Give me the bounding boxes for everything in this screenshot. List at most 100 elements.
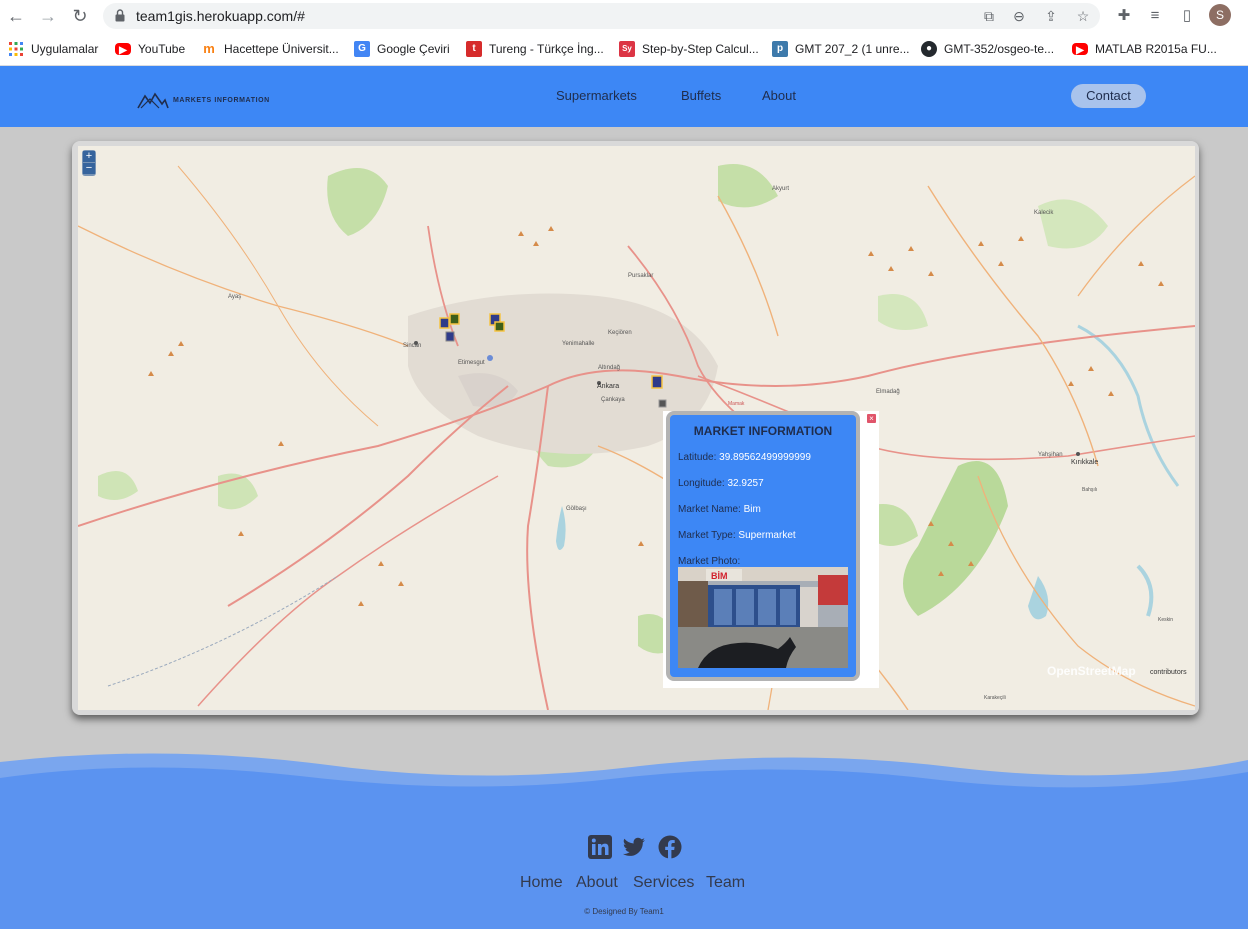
footer-link-services[interactable]: Services — [633, 874, 694, 892]
map-label-ayas: Ayaş — [228, 294, 242, 300]
osm-contributors: contributors — [1150, 669, 1187, 676]
longitude-label: Longitude: — [678, 478, 725, 489]
zoom-in-button[interactable]: + — [83, 151, 95, 162]
site-footer: Home About Services Team © Designed By T… — [0, 752, 1248, 929]
popup-longitude-row: Longitude: 32.9257 — [678, 478, 764, 489]
bookmark-apps[interactable]: Uygulamalar — [8, 40, 98, 58]
map-label-yenimahalle: Yenimahalle — [562, 341, 595, 347]
url-text[interactable]: team1gis.herokuapp.com/# — [136, 8, 305, 24]
bookmark-youtube[interactable]: ▶ YouTube — [115, 40, 185, 58]
bookmark-label: Uygulamalar — [31, 42, 99, 56]
google-translate-icon: G — [354, 41, 370, 57]
market-type-label: Market Type: — [678, 530, 736, 541]
footer-link-team[interactable]: Team — [706, 874, 745, 892]
facebook-icon[interactable] — [658, 835, 682, 859]
lock-icon — [115, 9, 125, 22]
share-icon[interactable]: ⇪ — [1042, 7, 1060, 25]
map-canvas[interactable]: Ankara Çankaya Yenimahalle Keçiören Altı… — [78, 146, 1195, 710]
bookmark-hacettepe[interactable]: m Hacettepe Üniversit... — [201, 40, 339, 58]
bookmark-label: MATLAB R2015a FU... — [1095, 42, 1217, 56]
bookmark-matlab[interactable]: ▶ MATLAB R2015a FU... — [1072, 40, 1217, 58]
longitude-value: 32.9257 — [727, 478, 764, 489]
site-header: MARKETS INFORMATION Supermarkets Buffets… — [0, 66, 1248, 127]
nav-about[interactable]: About — [762, 88, 796, 103]
map-label-mamak: Mamak — [728, 401, 745, 407]
market-type-value: Supermarket — [738, 530, 796, 541]
bookmark-label: YouTube — [138, 42, 186, 56]
footer-credit: © Designed By Team1 — [584, 907, 664, 916]
map-label-kalecik: Kalecik — [1034, 210, 1054, 216]
bookmark-label: Google Çeviri — [377, 42, 450, 56]
mountain-logo-icon — [137, 92, 169, 109]
map-label-yahsihan: Yahşihan — [1038, 452, 1063, 458]
forward-icon[interactable]: → — [36, 5, 60, 27]
address-bar[interactable]: team1gis.herokuapp.com/# ⧉ ⊖ ⇪ ☆ — [103, 3, 1100, 29]
apps-grid-icon — [9, 42, 23, 56]
browser-toolbar: ← → ↻ team1gis.herokuapp.com/# ⧉ ⊖ ⇪ ☆ ✚… — [0, 0, 1248, 32]
footer-link-about[interactable]: About — [576, 874, 618, 892]
bookmark-github[interactable]: ● GMT-352/osgeo-te... — [921, 40, 1054, 58]
map-label-karakecili: Karakeçili — [984, 695, 1006, 701]
bookmark-piazza[interactable]: p GMT 207_2 (1 unre... — [772, 40, 910, 58]
bookmark-symbolab[interactable]: Sy Step-by-Step Calcul... — [619, 40, 759, 58]
youtube-icon: ▶ — [1072, 43, 1088, 56]
bookmark-label: Hacettepe Üniversit... — [224, 42, 339, 56]
footer-link-home[interactable]: Home — [520, 874, 563, 892]
zoom-control: + − — [82, 150, 96, 176]
site-logo[interactable]: MARKETS INFORMATION — [137, 90, 270, 110]
piazza-icon: p — [772, 41, 788, 57]
map-label-ankara: Ankara — [597, 383, 620, 390]
bookmark-label: GMT-352/osgeo-te... — [944, 42, 1055, 56]
map-label-altindag: Altındağ — [598, 365, 621, 371]
bookmarks-bar: Uygulamalar ▶ YouTube m Hacettepe Üniver… — [0, 32, 1248, 66]
bookmark-label: Step-by-Step Calcul... — [642, 42, 759, 56]
popup-close-button[interactable]: × — [867, 414, 876, 423]
popup-latitude-row: Latitude: 39.89562499999999 — [678, 452, 811, 463]
zoom-icon[interactable]: ⊖ — [1010, 7, 1028, 25]
popup-title: MARKET INFORMATION — [693, 424, 833, 438]
bim-sign: BİM — [711, 571, 728, 581]
reload-icon[interactable]: ↻ — [68, 5, 92, 27]
symbolab-icon: Sy — [619, 41, 635, 57]
map-label-kirikkale: Kırıkkale — [1071, 459, 1099, 466]
bookmark-tureng[interactable]: t Tureng - Türkçe İng... — [466, 40, 604, 58]
map-label-sincan: Sincan — [403, 343, 422, 349]
translate-icon[interactable]: ⧉ — [980, 7, 998, 25]
market-photo: BİM — [678, 567, 848, 668]
bookmark-google-translate[interactable]: G Google Çeviri — [354, 40, 450, 58]
logo-text: MARKETS INFORMATION — [173, 96, 270, 104]
linkedin-icon[interactable] — [588, 835, 612, 859]
zoom-out-button[interactable]: − — [83, 163, 95, 174]
map-label-etimesgut: Etimesgut — [458, 360, 485, 366]
bookmark-label: Tureng - Türkçe İng... — [489, 42, 604, 56]
side-panel-icon[interactable]: ▯ — [1177, 6, 1197, 26]
map-label-elmadag: Elmadağ — [876, 389, 900, 395]
market-popup: MARKET INFORMATION Latitude: 39.89562499… — [666, 411, 860, 681]
back-icon[interactable]: ← — [4, 5, 28, 27]
latitude-label: Latitude: — [678, 452, 717, 463]
tureng-icon: t — [466, 41, 482, 57]
popup-name-row: Market Name: Bim — [678, 504, 761, 515]
popup-photo-label: Market Photo: — [678, 556, 741, 567]
map-label-bahsili: Bahşılı — [1082, 487, 1098, 493]
profile-avatar[interactable]: S — [1209, 4, 1231, 26]
nav-supermarkets[interactable]: Supermarkets — [556, 88, 637, 103]
map-label-kecioren: Keçiören — [608, 330, 632, 336]
latitude-value: 39.89562499999999 — [719, 452, 811, 463]
map-tiles — [78, 164, 1195, 710]
bookmark-label: GMT 207_2 (1 unre... — [795, 42, 910, 56]
market-name-label: Market Name: — [678, 504, 741, 515]
github-icon: ● — [921, 41, 937, 57]
twitter-icon[interactable] — [622, 835, 646, 859]
contact-button[interactable]: Contact — [1071, 84, 1146, 108]
youtube-icon: ▶ — [115, 43, 131, 56]
bookmark-star-icon[interactable]: ☆ — [1074, 7, 1092, 25]
media-icon[interactable]: ≡ — [1145, 6, 1165, 26]
moodle-icon: m — [203, 41, 215, 56]
map-label-keskin: Keskin — [1158, 617, 1174, 623]
map-label-akyurt: Akyurt — [772, 186, 790, 192]
extensions-icon[interactable]: ✚ — [1114, 6, 1134, 26]
nav-buffets[interactable]: Buffets — [681, 88, 721, 103]
popup-type-row: Market Type: Supermarket — [678, 530, 796, 541]
osm-attribution[interactable]: OpenStreetMap — [1047, 664, 1136, 678]
